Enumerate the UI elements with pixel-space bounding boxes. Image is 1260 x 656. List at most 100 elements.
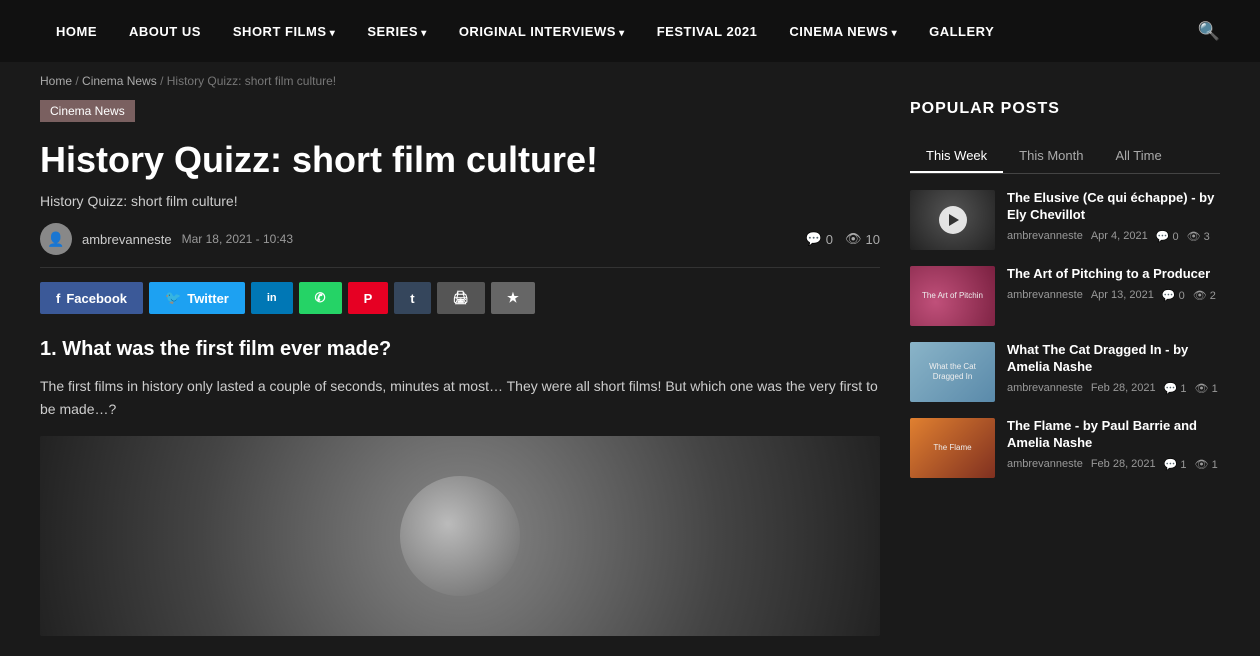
popular-post-item: The Elusive (Ce qui échappe) - by Ely Ch… (910, 190, 1220, 250)
post-views: 👁 1 (1195, 382, 1218, 395)
share-facebook[interactable]: f Facebook (40, 282, 143, 314)
popular-post-info: The Flame - by Paul Barrie and Amelia Na… (1007, 418, 1220, 471)
popular-post-thumbnail[interactable]: The Flame (910, 418, 995, 478)
popular-post-item: The Art of Pitchin The Art of Pitching t… (910, 266, 1220, 326)
post-author: ambrevanneste (1007, 458, 1083, 470)
question-heading: 1. What was the first film ever made? (40, 338, 880, 361)
whatsapp-icon: ✆ (315, 290, 326, 306)
main-layout: Cinema News History Quizz: short film cu… (0, 100, 1260, 656)
share-whatsapp[interactable]: ✆ (299, 282, 342, 314)
post-comments: 💬 0 (1162, 289, 1185, 302)
view-stat: 👁 10 (845, 231, 880, 247)
post-date: Apr 13, 2021 (1091, 289, 1154, 301)
avatar: 👤 (40, 223, 72, 255)
popular-post-thumbnail[interactable]: What the Cat Dragged In (910, 342, 995, 402)
post-views: 👁 1 (1195, 458, 1218, 471)
breadcrumb-cinema-news[interactable]: Cinema News (82, 74, 157, 88)
share-twitter[interactable]: 🐦 Twitter (149, 282, 245, 314)
author-stats: 💬 0 👁 10 (806, 231, 880, 247)
post-comments: 💬 1 (1164, 458, 1187, 471)
search-icon[interactable]: 🔍 (1198, 21, 1220, 42)
popular-post-title[interactable]: The Elusive (Ce qui échappe) - by Ely Ch… (1007, 190, 1220, 224)
share-print[interactable]: 🖨 (437, 282, 486, 314)
twitter-icon: 🐦 (165, 290, 181, 306)
bookmark-icon: ★ (507, 290, 519, 306)
popular-post-item: What the Cat Dragged In What The Cat Dra… (910, 342, 1220, 402)
author-name[interactable]: ambrevanneste (82, 232, 172, 247)
breadcrumb: Home / Cinema News / History Quizz: shor… (0, 62, 1260, 100)
article-title: History Quizz: short film culture! (40, 138, 880, 181)
popular-post-title[interactable]: What The Cat Dragged In - by Amelia Nash… (1007, 342, 1220, 376)
tumblr-icon: t (410, 291, 414, 306)
popular-post-thumbnail[interactable] (910, 190, 995, 250)
nav-item-festival[interactable]: FESTIVAL 2021 (641, 24, 774, 39)
article: Cinema News History Quizz: short film cu… (40, 100, 880, 636)
nav-item-cinema-news[interactable]: CINEMA NEWS (773, 24, 913, 39)
popular-post-thumbnail[interactable]: The Art of Pitchin (910, 266, 995, 326)
thumb-label: The Art of Pitchin (918, 287, 987, 305)
article-image-inner (40, 436, 880, 636)
facebook-icon: f (56, 291, 60, 306)
nav-item-gallery[interactable]: GALLERY (913, 24, 1010, 39)
popular-post-meta: ambrevanneste Apr 4, 2021 💬 0 👁 3 (1007, 230, 1220, 243)
share-bookmark[interactable]: ★ (491, 282, 535, 314)
nav-item-about[interactable]: ABOUT US (113, 24, 217, 39)
popular-posts-header: POPULAR POSTS (910, 100, 1220, 126)
tab-this-week[interactable]: This Week (910, 140, 1003, 173)
article-content: 1. What was the first film ever made? Th… (40, 338, 880, 636)
tab-all-time[interactable]: All Time (1099, 140, 1177, 173)
popular-posts-list: The Elusive (Ce qui échappe) - by Ely Ch… (910, 190, 1220, 478)
comment-icon: 💬 (806, 231, 822, 247)
nav-item-home[interactable]: HOME (40, 24, 113, 39)
article-subtitle: History Quizz: short film culture! (40, 193, 880, 209)
question-body: The first films in history only lasted a… (40, 375, 880, 420)
share-linkedin[interactable]: in (251, 282, 293, 314)
article-image (40, 436, 880, 636)
popular-post-info: What The Cat Dragged In - by Amelia Nash… (1007, 342, 1220, 395)
author-date: Mar 18, 2021 - 10:43 (182, 232, 293, 246)
share-tumblr[interactable]: t (394, 282, 430, 314)
eye-icon: 👁 (845, 231, 862, 247)
popular-post-title[interactable]: The Art of Pitching to a Producer (1007, 266, 1220, 283)
post-views: 👁 3 (1187, 230, 1210, 243)
post-author: ambrevanneste (1007, 230, 1083, 242)
nav-item-series[interactable]: SERIES (351, 24, 443, 39)
thumb-label: What the Cat Dragged In (910, 358, 995, 387)
post-author: ambrevanneste (1007, 289, 1083, 301)
linkedin-icon: in (267, 292, 277, 304)
post-date: Apr 4, 2021 (1091, 230, 1148, 242)
popular-tabs: This Week This Month All Time (910, 140, 1220, 174)
popular-post-item: The Flame The Flame - by Paul Barrie and… (910, 418, 1220, 478)
play-triangle-icon (949, 214, 959, 226)
post-date: Feb 28, 2021 (1091, 458, 1156, 470)
view-count: 10 (866, 232, 880, 247)
tab-this-month[interactable]: This Month (1003, 140, 1099, 173)
popular-post-info: The Elusive (Ce qui échappe) - by Ely Ch… (1007, 190, 1220, 243)
nav-item-short-films[interactable]: SHORT FILMS (217, 24, 351, 39)
popular-post-meta: ambrevanneste Feb 28, 2021 💬 1 👁 1 (1007, 382, 1220, 395)
category-badge[interactable]: Cinema News (40, 100, 135, 122)
thumb-label: The Flame (929, 439, 975, 457)
breadcrumb-home[interactable]: Home (40, 74, 72, 88)
pinterest-icon: P (364, 291, 373, 306)
share-pinterest[interactable]: P (348, 282, 389, 314)
author-row: 👤 ambrevanneste Mar 18, 2021 - 10:43 💬 0… (40, 223, 880, 268)
popular-post-meta: ambrevanneste Apr 13, 2021 💬 0 👁 2 (1007, 289, 1220, 302)
popular-post-info: The Art of Pitching to a Producer ambrev… (1007, 266, 1220, 302)
article-image-circle (400, 476, 520, 596)
popular-post-title[interactable]: The Flame - by Paul Barrie and Amelia Na… (1007, 418, 1220, 452)
comment-stat: 💬 0 (806, 231, 833, 247)
sidebar: POPULAR POSTS This Week This Month All T… (910, 100, 1220, 636)
post-date: Feb 28, 2021 (1091, 382, 1156, 394)
post-comments: 💬 1 (1164, 382, 1187, 395)
play-button[interactable] (939, 206, 967, 234)
nav-items: HOMEABOUT USSHORT FILMSSERIESORIGINAL IN… (40, 24, 1010, 39)
print-icon: 🖨 (453, 290, 470, 306)
comment-count: 0 (826, 232, 833, 247)
share-buttons: f Facebook 🐦 Twitter in ✆ P t 🖨 (40, 282, 880, 314)
post-comments: 💬 0 (1156, 230, 1179, 243)
nav-item-original-interviews[interactable]: ORIGINAL INTERVIEWS (443, 24, 641, 39)
popular-post-meta: ambrevanneste Feb 28, 2021 💬 1 👁 1 (1007, 458, 1220, 471)
post-views: 👁 2 (1193, 289, 1216, 302)
post-author: ambrevanneste (1007, 382, 1083, 394)
